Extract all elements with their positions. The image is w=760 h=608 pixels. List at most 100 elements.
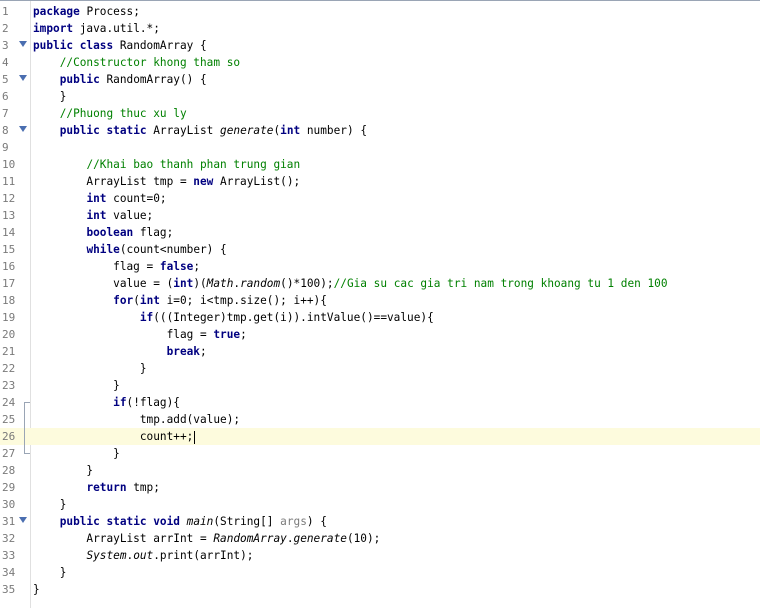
code-text[interactable]: System.out.print(arrInt); — [33, 547, 253, 564]
line-number: 30 — [2, 498, 16, 511]
code-line-15[interactable]: 15 while(count<number) { — [0, 241, 760, 258]
code-line-6[interactable]: 6 } — [0, 88, 760, 105]
code-editor[interactable]: 1 package Process; 2 import java.util.*;… — [0, 0, 760, 608]
code-line-13[interactable]: 13 int value; — [0, 207, 760, 224]
code-text[interactable]: int count=0; — [33, 190, 166, 207]
code-text[interactable]: } — [33, 462, 93, 479]
code-line-12[interactable]: 12 int count=0; — [0, 190, 760, 207]
fold-toggle-icon[interactable] — [19, 75, 27, 81]
code-text[interactable]: } — [33, 377, 120, 394]
code-text[interactable]: if(!flag){ — [33, 394, 180, 411]
code-text[interactable]: boolean flag; — [33, 224, 173, 241]
code-line-9[interactable]: 9 — [0, 139, 760, 156]
code-text[interactable]: } — [33, 445, 120, 462]
code-line-5[interactable]: 5 public RandomArray() { — [0, 71, 760, 88]
line-number: 9 — [2, 141, 9, 154]
code-text[interactable]: } — [33, 581, 40, 598]
code-text[interactable]: value = (int)(Math.random()*100);//Gia s… — [33, 275, 667, 292]
code-line-31[interactable]: 31 public static void main(String[] args… — [0, 513, 760, 530]
line-number: 6 — [2, 90, 9, 103]
code-line-24[interactable]: 24 if(!flag){ — [0, 394, 760, 411]
code-text[interactable]: ArrayList tmp = new ArrayList(); — [33, 173, 300, 190]
code-text[interactable]: int value; — [33, 207, 153, 224]
line-number: 20 — [2, 328, 16, 341]
code-text[interactable]: import java.util.*; — [33, 20, 160, 37]
code-line-20[interactable]: 20 flag = true; — [0, 326, 760, 343]
code-line-25[interactable]: 25 tmp.add(value); — [0, 411, 760, 428]
code-line-21[interactable]: 21 break; — [0, 343, 760, 360]
code-line-30[interactable]: 30 } — [0, 496, 760, 513]
code-line-11[interactable]: 11 ArrayList tmp = new ArrayList(); — [0, 173, 760, 190]
code-text[interactable]: if(((Integer)tmp.get(i)).intValue()==val… — [33, 309, 434, 326]
code-text[interactable]: } — [33, 88, 67, 105]
code-text[interactable]: count++; — [33, 428, 196, 445]
code-line-4[interactable]: 4 //Constructor khong tham so — [0, 54, 760, 71]
line-number: 4 — [2, 56, 9, 69]
code-line-32[interactable]: 32 ArrayList arrInt = RandomArray.genera… — [0, 530, 760, 547]
code-text[interactable]: //Constructor khong tham so — [33, 54, 240, 71]
code-line-33[interactable]: 33 System.out.print(arrInt); — [0, 547, 760, 564]
line-number: 32 — [2, 532, 16, 545]
code-text[interactable]: public RandomArray() { — [33, 71, 207, 88]
code-line-10[interactable]: 10 //Khai bao thanh phan trung gian — [0, 156, 760, 173]
code-text[interactable]: //Phuong thuc xu ly — [33, 105, 187, 122]
code-text[interactable]: //Khai bao thanh phan trung gian — [33, 156, 300, 173]
fold-toggle-icon[interactable] — [19, 126, 27, 132]
code-line-26-current[interactable]: 26 count++; — [0, 428, 760, 445]
code-text[interactable]: } — [33, 564, 67, 581]
code-line-7[interactable]: 7 //Phuong thuc xu ly — [0, 105, 760, 122]
fold-toggle-icon[interactable] — [19, 41, 27, 47]
code-line-23[interactable]: 23 } — [0, 377, 760, 394]
code-line-17[interactable]: 17 value = (int)(Math.random()*100);//Gi… — [0, 275, 760, 292]
code-line-3[interactable]: 3 public class RandomArray { — [0, 37, 760, 54]
code-text[interactable]: return tmp; — [33, 479, 159, 496]
line-number: 12 — [2, 192, 16, 205]
line-number: 24 — [2, 396, 16, 409]
code-line-28[interactable]: 28 } — [0, 462, 760, 479]
code-line-35[interactable]: 35 } — [0, 581, 760, 598]
code-text[interactable]: public static ArrayList generate(int num… — [33, 122, 367, 139]
line-number: 26 — [2, 430, 16, 443]
line-number: 17 — [2, 277, 16, 290]
line-number: 10 — [2, 158, 16, 171]
line-number: 19 — [2, 311, 16, 324]
code-line-19[interactable]: 19 if(((Integer)tmp.get(i)).intValue()==… — [0, 309, 760, 326]
line-number: 21 — [2, 345, 16, 358]
code-line-29[interactable]: 29 return tmp; — [0, 479, 760, 496]
line-number: 16 — [2, 260, 16, 273]
code-line-14[interactable]: 14 boolean flag; — [0, 224, 760, 241]
line-number: 29 — [2, 481, 16, 494]
code-text[interactable]: flag = false; — [33, 258, 200, 275]
line-number: 15 — [2, 243, 16, 256]
code-text[interactable]: public static void main(String[] args) { — [33, 513, 327, 530]
code-text[interactable]: package Process; — [33, 3, 140, 20]
code-text[interactable]: while(count<number) { — [33, 241, 226, 258]
code-line-22[interactable]: 22 } — [0, 360, 760, 377]
line-number: 35 — [2, 583, 16, 596]
code-text[interactable]: break; — [33, 343, 207, 360]
fold-toggle-icon[interactable] — [19, 517, 27, 523]
code-line-8[interactable]: 8 public static ArrayList generate(int n… — [0, 122, 760, 139]
line-number: 18 — [2, 294, 16, 307]
code-text[interactable]: public class RandomArray { — [33, 37, 207, 54]
code-line-16[interactable]: 16 flag = false; — [0, 258, 760, 275]
line-number: 22 — [2, 362, 16, 375]
code-line-18[interactable]: 18 for(int i=0; i<tmp.size(); i++){ — [0, 292, 760, 309]
line-number: 7 — [2, 107, 9, 120]
code-text[interactable]: ArrayList arrInt = RandomArray.generate(… — [33, 530, 380, 547]
code-line-34[interactable]: 34 } — [0, 564, 760, 581]
code-line-27[interactable]: 27 } — [0, 445, 760, 462]
line-number: 27 — [2, 447, 16, 460]
line-number: 1 — [2, 5, 9, 18]
fold-bracket-marker — [24, 402, 30, 454]
line-number: 14 — [2, 226, 16, 239]
code-text[interactable]: tmp.add(value); — [33, 411, 240, 428]
code-line-2[interactable]: 2 import java.util.*; — [0, 20, 760, 37]
code-text[interactable]: } — [33, 360, 147, 377]
code-text[interactable]: flag = true; — [33, 326, 247, 343]
code-line-1[interactable]: 1 package Process; — [0, 3, 760, 20]
code-text[interactable]: } — [33, 496, 67, 513]
line-number: 2 — [2, 22, 9, 35]
code-text[interactable]: for(int i=0; i<tmp.size(); i++){ — [33, 292, 327, 309]
line-number: 23 — [2, 379, 16, 392]
